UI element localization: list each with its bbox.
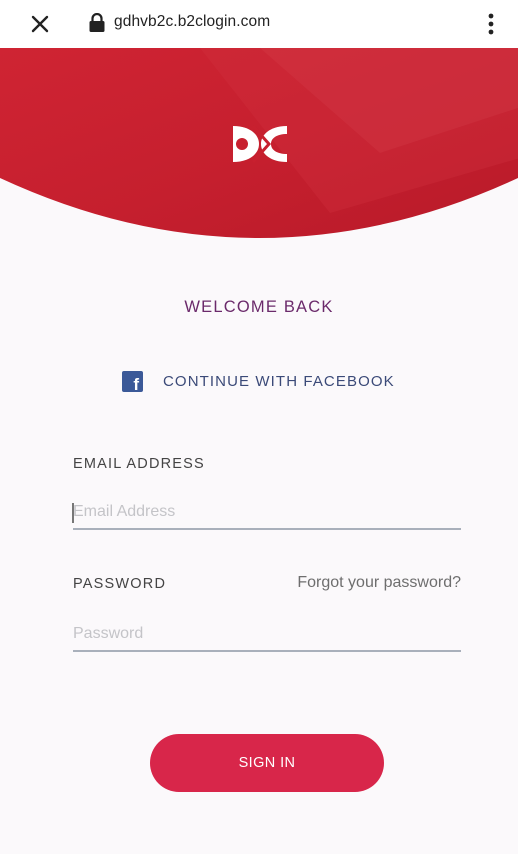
more-vert-icon[interactable] [484, 10, 498, 38]
header-banner [0, 48, 518, 258]
text-caret [72, 503, 74, 523]
continue-with-facebook-button[interactable]: f CONTINUE WITH FACEBOOK [122, 366, 422, 396]
close-icon[interactable] [28, 12, 52, 36]
browser-address-bar: gdhvb2c.b2clogin.com [0, 0, 518, 48]
brand-logo-icon [233, 125, 287, 163]
email-label: EMAIL ADDRESS [73, 456, 205, 472]
facebook-button-label: CONTINUE WITH FACEBOOK [163, 372, 395, 390]
email-field[interactable] [73, 496, 461, 530]
password-field[interactable] [73, 618, 461, 652]
lock-icon [89, 13, 105, 32]
sign-in-button[interactable]: SIGN IN [150, 734, 384, 792]
forgot-password-link[interactable]: Forgot your password? [297, 574, 461, 592]
password-label: PASSWORD [73, 576, 167, 592]
page-title: WELCOME BACK [184, 298, 334, 316]
facebook-icon: f [122, 370, 143, 393]
url-text[interactable]: gdhvb2c.b2clogin.com [114, 13, 270, 31]
